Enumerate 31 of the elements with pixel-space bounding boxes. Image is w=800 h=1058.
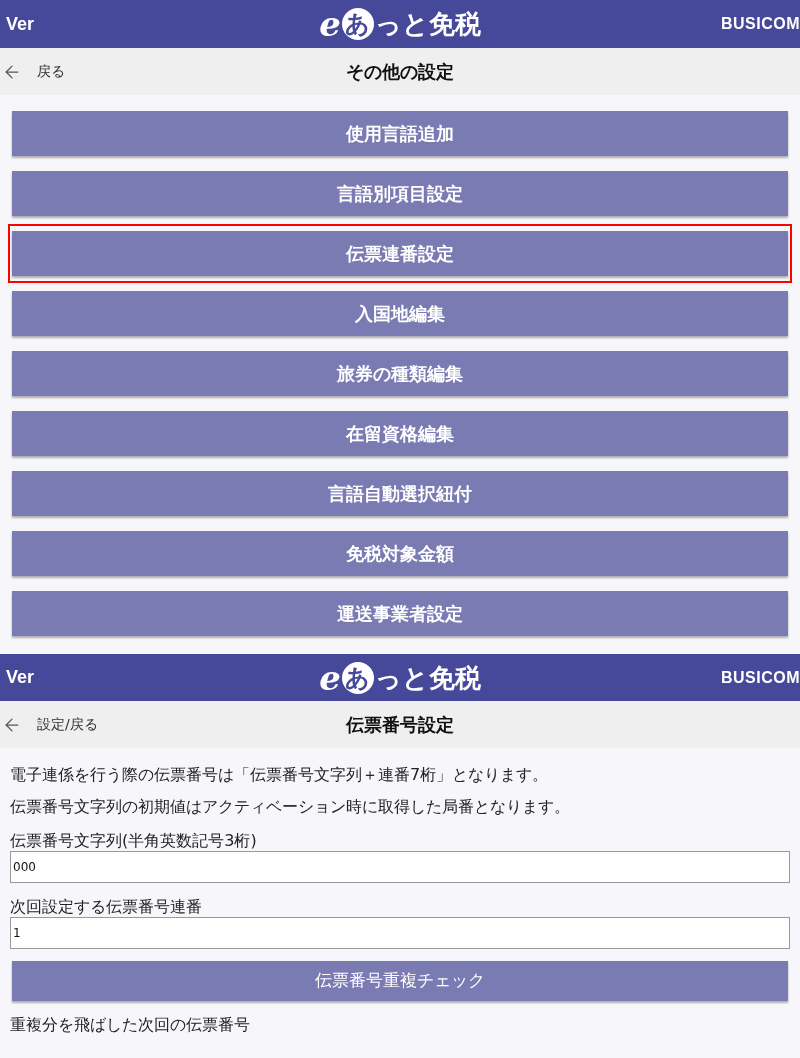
input-field[interactable]: 000 [10,851,790,883]
page-title: 伝票番号設定 [346,713,454,737]
menu-button[interactable]: 伝票連番設定 [12,231,788,276]
logo-text: っと免税 [374,11,481,37]
info-text: 伝票番号文字列の初期値はアクティベーション時に取得した局番となります。 [10,796,571,818]
menu-button[interactable]: 運送事業者設定 [12,591,788,636]
back-button[interactable]: 戻る [0,61,65,82]
field-label: 伝票番号文字列(半角英数記号3桁) [10,831,258,851]
input-field[interactable]: 1 [10,917,790,949]
version-label: Ver [5,12,35,36]
menu-button[interactable]: 在留資格編集 [12,411,788,456]
logo-text: っと免税 [374,664,481,691]
menu-button[interactable]: 免税対象金額 [12,531,788,576]
logo-letter: e [319,7,341,41]
result-label: 重複分を飛ばした次回の伝票番号 [10,1015,251,1035]
logo-letter: e [319,660,341,695]
menu-button[interactable]: 使用言語追加 [12,111,788,156]
info-text: 電子連係を行う際の伝票番号は「伝票番号文字列＋連番7桁」となります。 [10,764,550,786]
menu-button[interactable]: 言語別項目設定 [12,171,788,216]
back-button[interactable]: 設定/戻る [0,714,98,735]
brand-label: BUSICOM [720,667,800,688]
field-label: 次回設定する伝票番号連番 [10,897,203,917]
brand-label: BUSICOM [720,14,800,34]
menu-button[interactable]: 旅券の種類編集 [12,351,788,396]
version-label: Ver [5,666,35,689]
logo-bubble: あ [341,661,374,694]
menu-button[interactable]: 入国地編集 [12,291,788,336]
logo-bubble: あ [341,8,374,40]
check-button[interactable]: 伝票番号重複チェック [12,961,788,1001]
menu-button[interactable]: 言語自動選択紐付 [12,471,788,516]
page-title: その他の設定 [346,60,454,84]
